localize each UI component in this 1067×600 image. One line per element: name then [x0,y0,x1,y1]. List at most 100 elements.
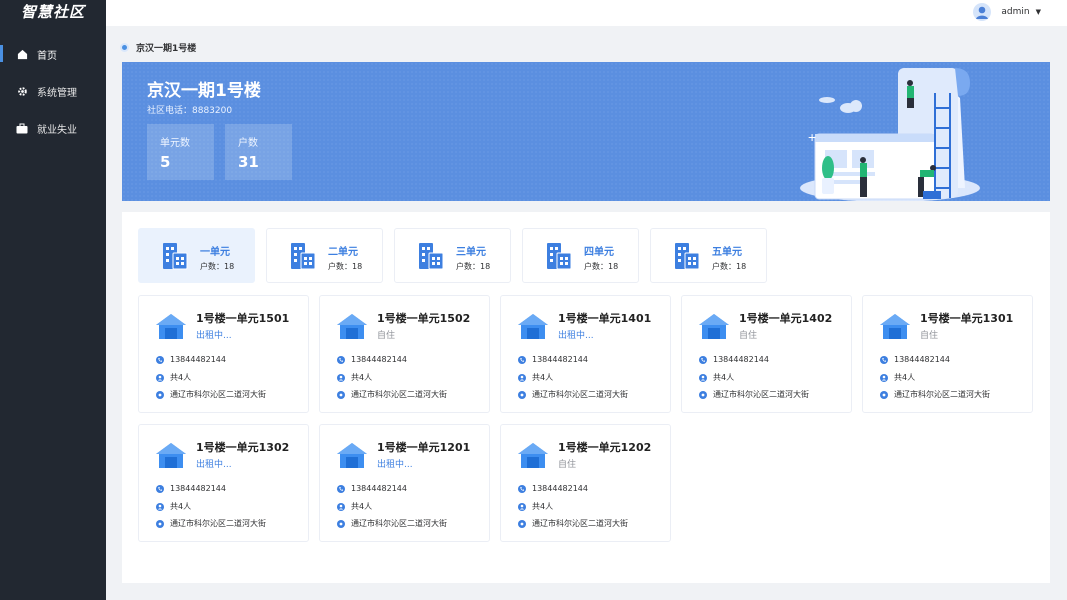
unit-household-count: 户数：18 [456,262,491,271]
person-icon [518,502,526,511]
user-menu[interactable]: admin ▼ [973,3,1041,21]
room-name: 1号楼一单元1401 [558,312,652,325]
room-card-1301[interactable]: 1号楼一单元1301 自住 13844482144 共4人 通辽市科尔沁区二道河… [862,295,1033,413]
community-phone: 社区电话：8883200 [147,106,233,116]
location-icon [518,519,526,528]
briefcase-icon [16,123,28,135]
unit-tab-5[interactable]: 五单元 户数：18 [650,228,767,283]
person-icon [337,373,345,382]
room-name: 1号楼一单元1201 [377,441,471,454]
house-icon [336,441,368,473]
people-text: 共4人 [713,373,735,382]
room-address: 通辽市科尔沁区二道河大街 [156,389,266,400]
location-icon [337,519,345,528]
sidebar-item-label: 首页 [37,51,57,62]
building-banner: 京汉一期1号楼 社区电话：8883200 单元数 5 户数 31 + [122,62,1050,201]
office-illustration: + [800,68,980,201]
room-status: 出租中... [558,331,594,341]
phone-text: 13844482144 [351,484,407,493]
gear-icon [16,86,28,98]
room-phone: 13844482144 [337,355,407,364]
room-card-1501[interactable]: 1号楼一单元1501 出租中... 13844482144 共4人 通辽市科尔沁… [138,295,309,413]
room-status: 出租中... [196,331,232,341]
room-status: 自住 [377,331,396,341]
address-text: 通辽市科尔沁区二道河大街 [532,519,628,528]
stat-value: 31 [238,153,259,171]
sidebar-item-home[interactable]: 首页 [0,36,106,73]
room-address: 通辽市科尔沁区二道河大街 [518,389,628,400]
phone-text: 13844482144 [713,355,769,364]
house-icon [698,312,730,344]
location-icon [699,390,707,399]
room-card-1502[interactable]: 1号楼一单元1502 自住 13844482144 共4人 通辽市科尔沁区二道河… [319,295,490,413]
sidebar-item-label: 系统管理 [37,88,77,99]
phone-icon [880,355,888,364]
room-phone: 13844482144 [699,355,769,364]
unit-household-count: 户数：18 [584,262,619,271]
phone-text: 13844482144 [532,484,588,493]
room-people: 共4人 [518,372,553,383]
house-icon [155,441,187,473]
room-status: 出租中... [377,460,413,470]
room-card-1402[interactable]: 1号楼一单元1402 自住 13844482144 共4人 通辽市科尔沁区二道河… [681,295,852,413]
sidebar-item-label: 就业失业 [37,125,77,136]
room-address: 通辽市科尔沁区二道河大街 [337,389,447,400]
sidebar: 智慧社区 首页 系统管理 就业失业 [0,0,106,600]
person-icon [156,502,164,511]
username: admin [1001,7,1030,17]
unit-name: 二单元 [328,247,358,258]
house-icon [879,312,911,344]
dot-icon [122,44,127,50]
room-status: 自住 [558,460,577,470]
unit-tab-1[interactable]: 一单元 户数：18 [138,228,255,283]
unit-tab-2[interactable]: 二单元 户数：18 [266,228,383,283]
content-panel: 一单元 户数：18 二单元 户数：18 三单元 户数：18 四单元 户数：18 … [122,212,1050,583]
room-phone: 13844482144 [156,484,226,493]
room-status: 自住 [739,331,758,341]
building-icon [674,242,700,274]
phone-icon [337,484,345,493]
address-text: 通辽市科尔沁区二道河大街 [894,390,990,399]
stat-household-count: 户数 31 [225,124,292,180]
unit-name: 三单元 [456,247,486,258]
person-icon [156,373,164,382]
location-icon [880,390,888,399]
room-people: 共4人 [156,501,191,512]
people-text: 共4人 [351,502,373,511]
unit-name: 五单元 [712,247,742,258]
location-icon [518,390,526,399]
room-name: 1号楼一单元1302 [196,441,290,454]
unit-household-count: 户数：18 [328,262,363,271]
unit-name: 四单元 [584,247,614,258]
room-card-1401[interactable]: 1号楼一单元1401 出租中... 13844482144 共4人 通辽市科尔沁… [500,295,671,413]
room-name: 1号楼一单元1301 [920,312,1014,325]
room-card-1201[interactable]: 1号楼一单元1201 出租中... 13844482144 共4人 通辽市科尔沁… [319,424,490,542]
unit-name: 一单元 [200,247,230,258]
unit-household-count: 户数：18 [712,262,747,271]
stat-label: 户数 [238,138,258,149]
caret-down-icon: ▼ [1035,8,1041,16]
room-card-1202[interactable]: 1号楼一单元1202 自住 13844482144 共4人 通辽市科尔沁区二道河… [500,424,671,542]
unit-tab-4[interactable]: 四单元 户数：18 [522,228,639,283]
room-card-1302[interactable]: 1号楼一单元1302 出租中... 13844482144 共4人 通辽市科尔沁… [138,424,309,542]
room-phone: 13844482144 [337,484,407,493]
people-text: 共4人 [351,373,373,382]
house-icon [517,312,549,344]
address-text: 通辽市科尔沁区二道河大街 [351,390,447,399]
building-icon [418,242,444,274]
room-phone: 13844482144 [518,484,588,493]
phone-text: 13844482144 [170,484,226,493]
unit-tab-3[interactable]: 三单元 户数：18 [394,228,511,283]
room-address: 通辽市科尔沁区二道河大街 [880,389,990,400]
sidebar-item-system[interactable]: 系统管理 [0,73,106,110]
room-address: 通辽市科尔沁区二道河大街 [156,518,266,529]
person-icon [880,373,888,382]
room-status: 自住 [920,331,939,341]
sidebar-item-employment[interactable]: 就业失业 [0,110,106,147]
room-people: 共4人 [337,372,372,383]
phone-icon [699,355,707,364]
room-address: 通辽市科尔沁区二道河大街 [699,389,809,400]
location-icon [337,390,345,399]
address-text: 通辽市科尔沁区二道河大街 [713,390,809,399]
room-phone: 13844482144 [880,355,950,364]
